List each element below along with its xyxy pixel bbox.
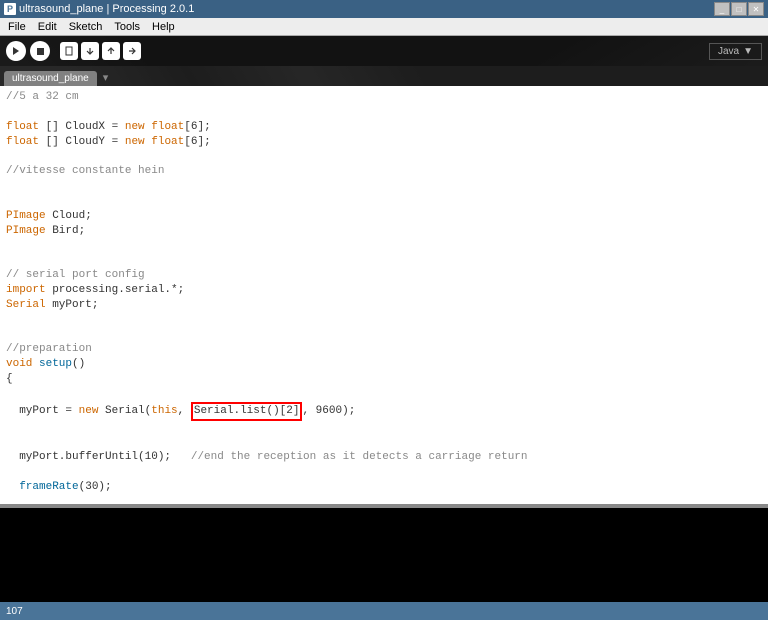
save-button[interactable] xyxy=(102,42,120,60)
mode-dropdown[interactable]: Java ▼ xyxy=(709,43,762,60)
export-button[interactable] xyxy=(123,42,141,60)
run-button[interactable] xyxy=(6,41,26,61)
console[interactable] xyxy=(0,508,768,602)
menu-sketch[interactable]: Sketch xyxy=(63,19,109,35)
code-editor[interactable]: //5 a 32 cm float [] CloudX = new float[… xyxy=(0,86,768,504)
export-icon xyxy=(127,46,137,56)
mode-label: Java xyxy=(718,46,739,57)
stop-button[interactable] xyxy=(30,41,50,61)
chevron-down-icon: ▼ xyxy=(743,46,753,57)
highlighted-serial-code: Serial.list()[2] xyxy=(191,402,303,421)
tabbar: ultrasound_plane ▾ xyxy=(0,66,768,86)
save-icon xyxy=(106,46,116,56)
code-content: //5 a 32 cm float [] CloudX = new float[… xyxy=(2,90,766,504)
line-number: 107 xyxy=(6,606,23,617)
maximize-button[interactable]: □ xyxy=(731,2,747,16)
toolbar: Java ▼ xyxy=(0,36,768,66)
stop-icon xyxy=(37,48,44,55)
menu-file[interactable]: File xyxy=(2,19,32,35)
tab-label: ultrasound_plane xyxy=(12,73,89,84)
statusbar: 107 xyxy=(0,602,768,620)
menubar: File Edit Sketch Tools Help xyxy=(0,18,768,36)
open-button[interactable] xyxy=(81,42,99,60)
titlebar: P ultrasound_plane | Processing 2.0.1 _ … xyxy=(0,0,768,18)
new-button[interactable] xyxy=(60,42,78,60)
tab-sketch[interactable]: ultrasound_plane xyxy=(4,71,97,86)
menu-tools[interactable]: Tools xyxy=(108,19,146,35)
new-icon xyxy=(64,46,74,56)
play-icon xyxy=(13,47,19,55)
minimize-button[interactable]: _ xyxy=(714,2,730,16)
window-controls: _ □ ✕ xyxy=(714,2,764,16)
menu-help[interactable]: Help xyxy=(146,19,181,35)
tab-menu-button[interactable]: ▾ xyxy=(103,71,109,86)
menu-edit[interactable]: Edit xyxy=(32,19,63,35)
processing-icon: P xyxy=(4,3,16,15)
close-button[interactable]: ✕ xyxy=(748,2,764,16)
window-title: ultrasound_plane | Processing 2.0.1 xyxy=(19,3,194,15)
open-icon xyxy=(85,46,95,56)
